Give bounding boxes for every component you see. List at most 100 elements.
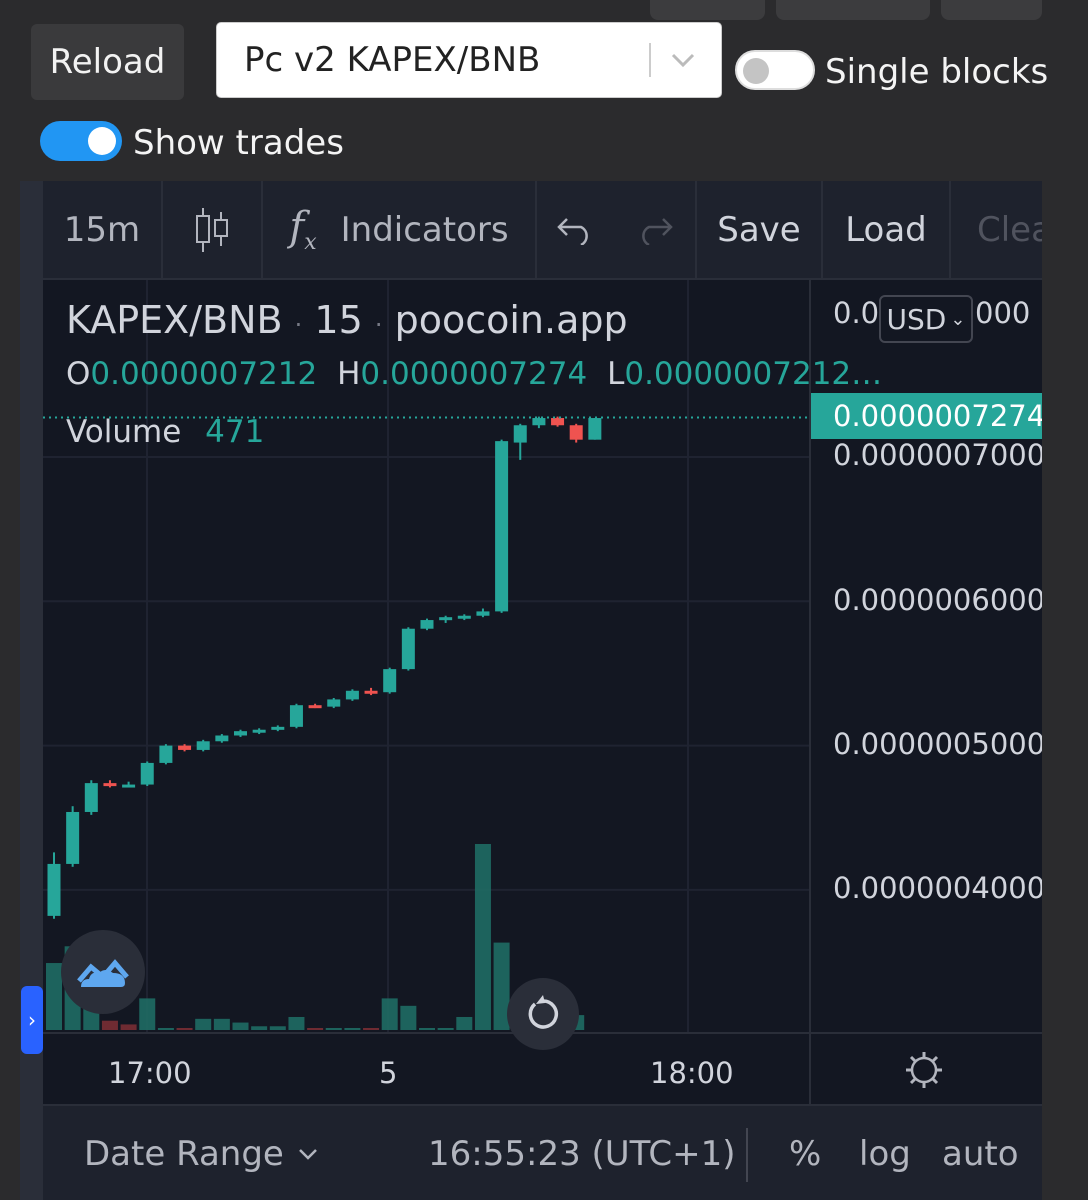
top-stub-2[interactable] <box>776 0 930 20</box>
function-icon: fx <box>289 204 317 255</box>
volume-bar <box>101 1020 118 1030</box>
pair-select[interactable]: Pc v2 KAPEX/BNB <box>216 22 722 98</box>
candle-body <box>439 617 453 621</box>
volume-label: Volume <box>66 414 182 450</box>
volume-bar <box>157 1028 174 1030</box>
percent-button[interactable]: % <box>789 1106 821 1200</box>
time-label: 18:00 <box>650 1056 734 1090</box>
settings-icon[interactable] <box>904 1050 944 1090</box>
time-zone-button[interactable]: 16:55:23 (UTC+1) <box>428 1106 736 1200</box>
volume-bar <box>120 1024 137 1030</box>
candle-body <box>196 741 210 750</box>
legend-sep: · <box>294 311 303 339</box>
volume-bar <box>213 1018 230 1030</box>
time-scale[interactable]: 17:00 5 18:00 <box>43 1032 1042 1106</box>
candle-body <box>252 729 266 733</box>
top-stub-3[interactable] <box>941 0 1042 20</box>
candle-body <box>588 418 602 440</box>
candlestick-chart[interactable] <box>43 280 809 1032</box>
chevron-down-icon: ⌄ <box>950 308 966 330</box>
candle-body <box>476 611 490 616</box>
chart-pane[interactable]: KAPEX/BNB · 15 · poocoin.app O0.00000072… <box>43 280 882 1050</box>
undo-icon <box>557 217 588 245</box>
legend-sep: · <box>374 311 383 339</box>
toggle-knob <box>88 127 116 155</box>
clear-button[interactable]: Clea <box>951 181 1042 278</box>
log-button[interactable]: log <box>859 1106 911 1200</box>
volume-bar <box>363 1028 380 1030</box>
undo-button[interactable] <box>537 181 613 278</box>
price-label-top-partial-right: 000 <box>975 296 1031 330</box>
candle-body <box>234 731 247 736</box>
volume-bar <box>474 844 491 1030</box>
price-label: 0.0000004000 <box>833 871 1042 905</box>
show-trades-toggle[interactable] <box>40 121 122 161</box>
redo-button[interactable] <box>615 181 695 278</box>
candle-body <box>215 735 229 742</box>
chart-type-button[interactable] <box>163 181 261 278</box>
price-label: 0.0000007000 <box>833 438 1042 472</box>
select-divider <box>649 43 651 77</box>
volume-bar <box>176 1028 193 1030</box>
candle-body <box>495 441 509 612</box>
candle-body <box>308 705 322 709</box>
expand-drawing-toolbar-button[interactable]: › <box>21 986 43 1054</box>
top-stub-1[interactable] <box>650 0 765 20</box>
volume-bar <box>288 1016 305 1030</box>
candles-icon <box>196 207 228 252</box>
candle-body <box>289 705 303 727</box>
candle-body <box>551 418 565 426</box>
time-label: 17:00 <box>108 1056 192 1090</box>
volume-bar <box>46 963 62 1030</box>
candle-body <box>364 690 378 694</box>
chart-widget: 15m fx Indicators Save Load Clea KAPEX/B… <box>20 181 1042 1200</box>
currency-value: USD <box>886 302 947 336</box>
price-label: 0.0000006000 <box>833 583 1042 617</box>
legend-ohlc: O0.0000007212 H0.0000007274 L0.000000721… <box>66 356 882 392</box>
volume-value: 471 <box>205 414 265 450</box>
auto-button[interactable]: auto <box>942 1106 1019 1200</box>
toggle-knob <box>743 58 769 84</box>
candle-body <box>327 699 341 707</box>
volume-bar <box>139 998 156 1030</box>
bottom-toolbar: Date Range 16:55:23 (UTC+1) % log auto <box>43 1104 1042 1200</box>
open-label: O <box>66 356 91 392</box>
load-button[interactable]: Load <box>823 181 949 278</box>
volume-bar <box>232 1022 249 1030</box>
candle-body <box>345 690 359 700</box>
indicators-button[interactable]: fx Indicators <box>263 181 535 278</box>
single-blocks-toggle[interactable] <box>735 50 815 90</box>
legend-interval: 15 <box>314 298 363 342</box>
volume-bar <box>195 1018 212 1030</box>
chart-toolbar: 15m fx Indicators Save Load Clea <box>43 181 1042 280</box>
show-trades-label: Show trades <box>133 123 344 163</box>
candle-body <box>401 628 415 670</box>
volume-bar <box>325 1028 342 1030</box>
chevron-down-icon <box>671 53 695 68</box>
volume-bar <box>269 1026 286 1030</box>
indicators-label: Indicators <box>340 209 509 250</box>
chevron-down-icon <box>298 1149 317 1160</box>
legend-symbol: KAPEX/BNB <box>66 298 283 342</box>
tradingview-logo-button[interactable] <box>61 930 145 1014</box>
candle-body <box>513 425 527 443</box>
high-value: 0.0000007274 <box>360 356 588 392</box>
currency-select[interactable]: USD ⌄ <box>879 295 973 343</box>
candle-body <box>532 418 546 426</box>
candle-body <box>84 783 98 812</box>
high-label: H <box>337 356 361 392</box>
candle-body <box>457 615 471 619</box>
legend-title: KAPEX/BNB · 15 · poocoin.app <box>66 298 628 342</box>
volume-bar <box>381 998 398 1030</box>
reload-button[interactable]: Reload <box>31 24 184 100</box>
price-scale[interactable]: 0.0( 000 USD ⌄ 0.0000007274 0.0000007000 … <box>809 280 1042 1032</box>
date-range-button[interactable]: Date Range <box>84 1106 322 1200</box>
open-value: 0.0000007212 <box>90 356 318 392</box>
candle-body <box>271 726 285 730</box>
pair-select-value: Pc v2 KAPEX/BNB <box>244 40 541 80</box>
interval-button[interactable]: 15m <box>43 181 161 278</box>
save-button[interactable]: Save <box>697 181 821 278</box>
candle-body <box>383 669 397 693</box>
candle-body <box>569 425 583 440</box>
volume-bar <box>400 1005 417 1030</box>
